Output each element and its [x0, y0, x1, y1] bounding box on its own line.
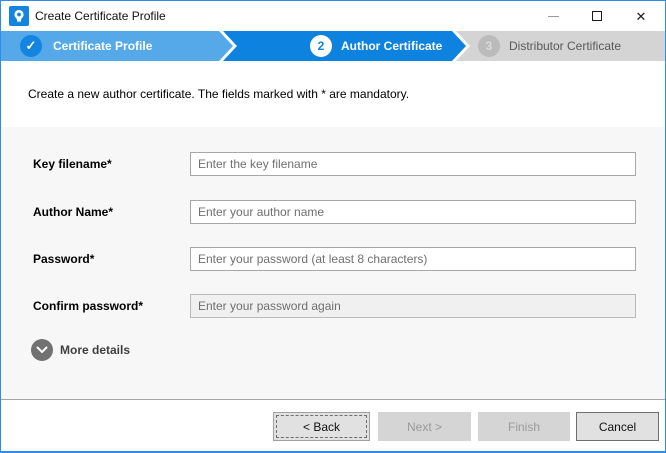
wizard-step-bar: ✓ Certificate Profile 2 Author Certifica…	[1, 31, 665, 61]
next-button[interactable]: Next >	[378, 412, 471, 441]
maximize-button[interactable]	[575, 1, 619, 31]
confirm-password-row: Confirm password*	[1, 294, 665, 318]
step1-check-icon: ✓	[20, 35, 42, 57]
certificate-badge-icon	[9, 6, 29, 26]
title-bar[interactable]: Create Certificate Profile ✕	[1, 1, 665, 31]
maximize-icon	[592, 11, 602, 21]
button-bar: < Back Next > Finish Cancel	[1, 400, 665, 451]
window-title: Create Certificate Profile	[35, 1, 166, 31]
description-text: Create a new author certificate. The fie…	[28, 87, 409, 101]
create-certificate-profile-dialog: Create Certificate Profile ✕ ✓ Certifica…	[0, 0, 666, 453]
password-row: Password*	[1, 247, 665, 271]
step2-number-badge: 2	[310, 35, 332, 57]
key-filename-input[interactable]	[190, 152, 636, 176]
confirm-password-input	[190, 294, 636, 318]
step3-number-badge: 3	[478, 35, 500, 57]
author-name-input[interactable]	[190, 200, 636, 224]
window-controls: ✕	[531, 1, 663, 31]
step3-label: Distributor Certificate	[509, 31, 621, 61]
cancel-button[interactable]: Cancel	[576, 412, 659, 441]
confirm-password-label: Confirm password*	[33, 294, 143, 318]
minimize-icon	[548, 16, 559, 17]
author-name-label: Author Name*	[33, 200, 113, 224]
close-button[interactable]: ✕	[619, 1, 663, 31]
author-name-row: Author Name*	[1, 200, 665, 224]
description-area: Create a new author certificate. The fie…	[1, 61, 665, 127]
more-details-toggle[interactable]: More details	[31, 339, 130, 361]
author-certificate-form: Key filename* Author Name* Password* Con…	[1, 127, 665, 399]
key-filename-row: Key filename*	[1, 152, 665, 176]
more-details-label[interactable]: More details	[60, 343, 130, 357]
back-button[interactable]: < Back	[273, 412, 370, 441]
chevron-down-icon[interactable]	[31, 339, 53, 361]
step1-label: Certificate Profile	[53, 31, 152, 61]
step2-label: Author Certificate	[341, 31, 442, 61]
minimize-button[interactable]	[531, 1, 575, 31]
key-filename-label: Key filename*	[33, 152, 112, 176]
finish-button[interactable]: Finish	[478, 412, 570, 441]
close-icon: ✕	[636, 10, 647, 23]
password-input[interactable]	[190, 247, 636, 271]
password-label: Password*	[33, 247, 94, 271]
